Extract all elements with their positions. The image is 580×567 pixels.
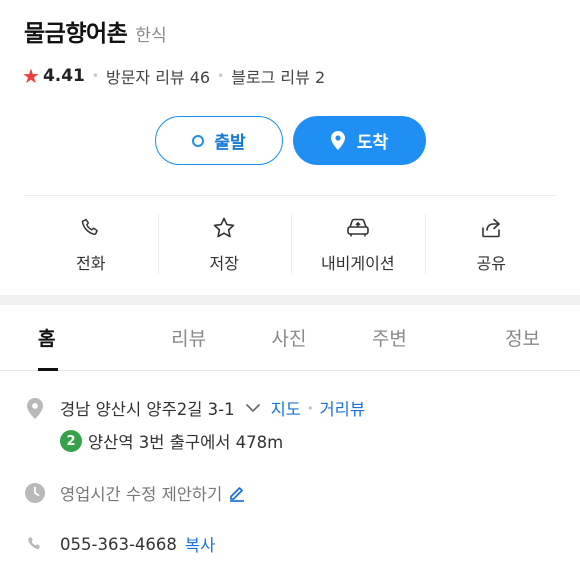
place-name: 물금향어촌 bbox=[24, 21, 128, 47]
save-button[interactable]: 저장 bbox=[157, 208, 292, 280]
phone-icon bbox=[80, 214, 102, 242]
separator-dot: • bbox=[307, 401, 314, 415]
chevron-down-icon[interactable] bbox=[245, 403, 261, 413]
clock-icon bbox=[24, 483, 46, 503]
place-header: 물금향어촌 한식 bbox=[24, 14, 167, 54]
pencil-edit-icon[interactable] bbox=[228, 484, 246, 502]
share-button[interactable]: 공유 bbox=[424, 208, 559, 280]
action-bar: 전화 저장 내비게이션 공유 bbox=[24, 208, 558, 280]
save-label: 저장 bbox=[209, 254, 239, 273]
blog-reviews-link[interactable]: 블로그 리뷰 2 bbox=[231, 64, 325, 88]
tab-info[interactable]: 정보 bbox=[440, 305, 580, 370]
rating-row: ★ 4.41 • 방문자 리뷰 46 • 블로그 리뷰 2 bbox=[22, 64, 325, 88]
divider bbox=[24, 195, 556, 196]
share-icon bbox=[479, 214, 503, 242]
car-navigation-icon bbox=[345, 214, 371, 242]
separator-dot: • bbox=[91, 69, 99, 83]
arrive-button[interactable]: 도착 bbox=[293, 116, 426, 165]
map-link[interactable]: 지도 bbox=[271, 396, 301, 420]
depart-label: 출발 bbox=[214, 133, 246, 153]
address-row: 경남 양산시 양주2길 3-1 지도 • 거리뷰 bbox=[24, 396, 365, 420]
origin-ring-icon bbox=[192, 134, 205, 147]
arrive-label: 도착 bbox=[356, 133, 389, 153]
tab-reviews[interactable]: 리뷰 bbox=[138, 305, 238, 370]
place-category: 한식 bbox=[135, 26, 167, 46]
tab-photos[interactable]: 사진 bbox=[239, 305, 339, 370]
visitor-reviews-link[interactable]: 방문자 리뷰 46 bbox=[106, 64, 210, 88]
navigation-button[interactable]: 내비게이션 bbox=[291, 208, 425, 280]
section-gap bbox=[0, 295, 580, 305]
location-pin-icon bbox=[330, 131, 345, 150]
street-view-link[interactable]: 거리뷰 bbox=[320, 396, 366, 420]
star-icon: ★ bbox=[22, 64, 40, 88]
subway-directions: 양산역 3번 출구에서 478m bbox=[88, 433, 284, 452]
rating-score: 4.41 bbox=[42, 66, 85, 86]
subway-line-badge: 2 bbox=[60, 430, 82, 452]
tab-nearby[interactable]: 주변 bbox=[339, 305, 439, 370]
map-pin-icon bbox=[24, 397, 46, 419]
hours-row: 영업시간 수정 제안하기 bbox=[24, 481, 246, 505]
phone-number[interactable]: 055-363-4668 bbox=[60, 535, 177, 554]
depart-button[interactable]: 출발 bbox=[155, 116, 283, 165]
tab-home[interactable]: 홈 bbox=[0, 305, 138, 371]
call-button[interactable]: 전화 bbox=[24, 208, 158, 280]
subway-row: 2 양산역 3번 출구에서 478m bbox=[60, 429, 283, 453]
separator-dot: • bbox=[217, 69, 225, 83]
share-label: 공유 bbox=[476, 254, 506, 273]
phone-small-icon bbox=[24, 535, 46, 553]
hours-suggest-edit-link[interactable]: 영업시간 수정 제안하기 bbox=[60, 481, 222, 505]
call-label: 전화 bbox=[76, 254, 106, 273]
star-outline-icon bbox=[212, 214, 236, 242]
tab-bar: 홈 리뷰 사진 주변 정보 bbox=[0, 305, 580, 371]
route-buttons: 출발 도착 bbox=[155, 116, 426, 165]
phone-row: 055-363-4668 복사 bbox=[24, 532, 215, 556]
copy-phone-button[interactable]: 복사 bbox=[185, 532, 215, 556]
navigation-label: 내비게이션 bbox=[320, 254, 395, 273]
address-text: 경남 양산시 양주2길 3-1 bbox=[60, 400, 235, 419]
